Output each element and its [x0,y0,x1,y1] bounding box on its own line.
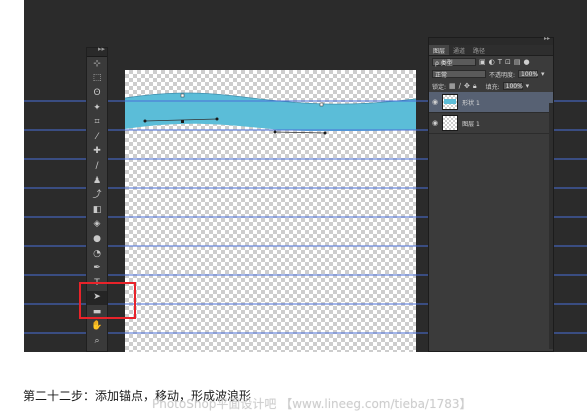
pixel-filter-icon[interactable]: ▣ [479,58,486,66]
lasso-tool-icon[interactable]: ʘ [87,86,107,101]
tab-layers[interactable]: 图层 [429,45,450,55]
layers-panel: ▸▸ 图层 通道 路径 ρ 类型 ▣ ◐ T ⊡ ▤ ● 正常 不透明度: 10… [428,35,554,352]
layer-row-layer1[interactable]: ◉ 图层 1 [429,113,553,134]
layer-thumbnail [442,94,459,110]
marquee-tool-icon[interactable]: ⬚ [87,72,107,87]
lock-position-icon[interactable]: ✥ [464,82,470,90]
collapse-icon[interactable]: ▸▸ [98,45,105,53]
anchor-point[interactable] [319,102,324,107]
anchor-point[interactable] [180,93,185,98]
layer-row-shape[interactable]: ◉ 形状 1 [429,92,553,113]
filter-toggle-icon[interactable]: ● [524,58,530,66]
handle-point[interactable] [143,119,147,123]
move-tool-icon[interactable]: ⊹ [87,57,107,72]
layer-thumbnail [442,115,459,131]
lock-transparency-icon[interactable]: ▦ [449,82,456,90]
hand-tool-icon[interactable]: ✋ [87,320,107,335]
visibility-eye-icon[interactable]: ◉ [432,98,438,106]
fill-field[interactable]: 100% [502,82,523,90]
panel-tabs: 图层 通道 路径 [429,45,553,56]
layer-name: 形状 1 [462,99,480,107]
layer-filter-select[interactable]: ρ 类型 [432,58,476,67]
anchor-point[interactable] [181,120,184,123]
blend-mode-select[interactable]: 正常 [432,70,486,79]
blur-tool-icon[interactable]: ● [87,232,107,247]
history-brush-tool-icon[interactable]: ⤴ [87,188,107,203]
lock-row: 锁定: ▦ ∕ ✥ 🔒︎ 填充: 100% ▾ [429,80,553,92]
panel-scrollbar[interactable] [549,103,553,349]
layers-panel-header[interactable]: ▸▸ [429,35,553,45]
opacity-field[interactable]: 100% [518,70,538,78]
zoom-tool-icon[interactable]: ⌕ [87,334,107,349]
shape-filter-icon[interactable]: ⊡ [505,58,511,66]
lock-label: 锁定: [432,83,447,91]
handle-point[interactable] [215,117,219,121]
handle-point[interactable] [273,130,277,134]
tab-channels[interactable]: 通道 [449,45,469,55]
paint-bucket-tool-icon[interactable]: ◈ [87,218,107,233]
highlight-box [79,282,136,319]
dropdown-arrow-icon[interactable]: ▾ [526,82,530,90]
visibility-eye-icon[interactable]: ◉ [432,119,438,127]
eraser-tool-icon[interactable]: ◧ [87,203,107,218]
lock-all-icon[interactable]: 🔒︎ [473,82,477,91]
tools-panel-header[interactable]: ▸▸ [87,45,107,57]
wave-shape[interactable] [125,93,416,131]
bezier-handle-right[interactable] [274,131,326,134]
filter-row: ρ 类型 ▣ ◐ T ⊡ ▤ ● [429,56,553,68]
handle-point[interactable] [323,131,327,135]
type-filter-icon[interactable]: T [498,58,502,66]
wave-shape-layer[interactable] [125,70,416,150]
photoshop-workspace: ▸▸ ⊹ ⬚ ʘ ✦ ⌗ ⁄ ✚ ∕ ♟ ⤴ ◧ ◈ ● ◔ ✒ T ➤ ▬ ✋ ⌕ ▸▸ 图层 通道 路径 ρ 类型… [24,0,587,352]
fill-label: 填充: [485,83,500,91]
clone-stamp-tool-icon[interactable]: ♟ [87,174,107,189]
tab-paths[interactable]: 路径 [469,45,489,55]
blend-row: 正常 不透明度: 100% ▾ [429,68,553,80]
brush-tool-icon[interactable]: ∕ [87,159,107,174]
healing-brush-tool-icon[interactable]: ✚ [87,145,107,160]
pen-tool-icon[interactable]: ✒ [87,261,107,276]
dodge-tool-icon[interactable]: ◔ [87,247,107,262]
dropdown-arrow-icon[interactable]: ▾ [541,70,545,78]
eyedropper-tool-icon[interactable]: ⁄ [87,130,107,145]
lock-image-icon[interactable]: ∕ [459,82,461,90]
watermark: PhotoShop平面设计吧 【www.lineeg.com/tieba/178… [152,397,472,411]
smart-object-filter-icon[interactable]: ▤ [514,58,521,66]
adjustment-filter-icon[interactable]: ◐ [489,58,495,66]
collapse-icon[interactable]: ▸▸ [544,35,550,42]
layer-name: 图层 1 [462,120,480,128]
magic-wand-tool-icon[interactable]: ✦ [87,101,107,116]
opacity-label: 不透明度: [489,71,516,79]
crop-tool-icon[interactable]: ⌗ [87,115,107,130]
